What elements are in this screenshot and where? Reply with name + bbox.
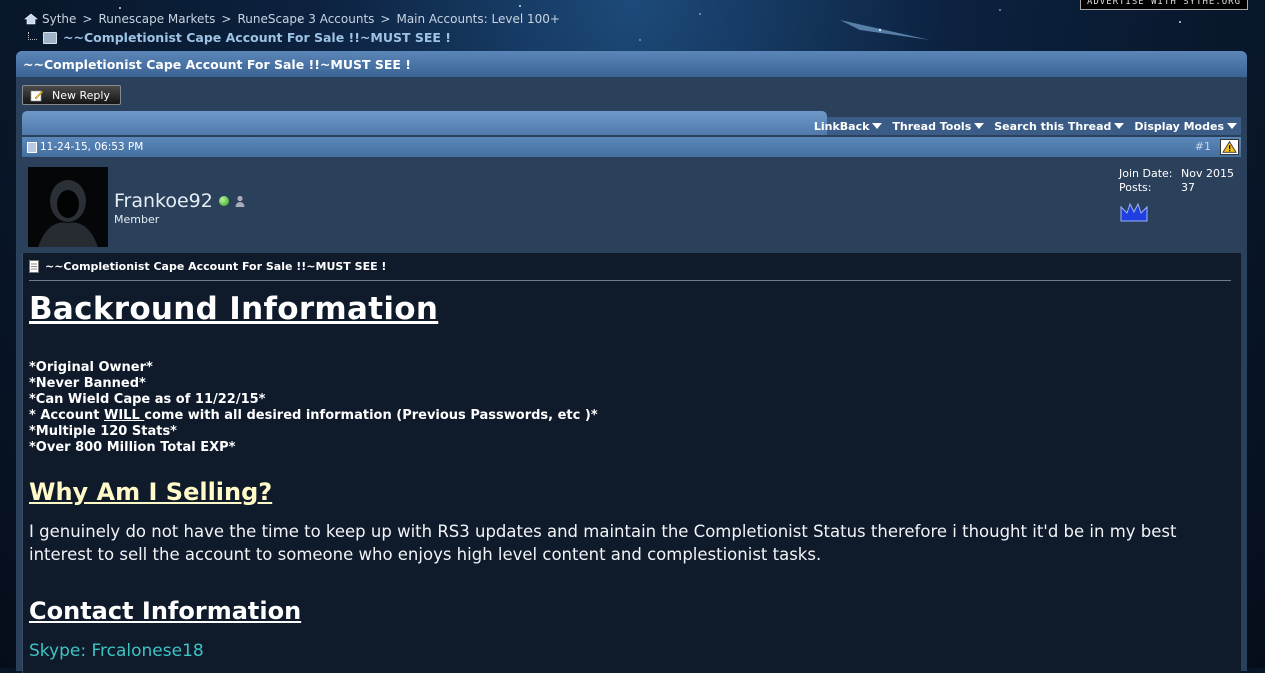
breadcrumb-rs3-accounts[interactable]: RuneScape 3 Accounts xyxy=(237,12,374,26)
folder-icon xyxy=(43,31,57,44)
heading-why-selling: Why Am I Selling? xyxy=(29,478,273,506)
document-icon xyxy=(29,260,39,273)
list-item: *Never Banned* xyxy=(29,376,146,391)
thread-tools-bar: LinkBack Thread Tools Search this Thread… xyxy=(22,111,1241,135)
breadcrumb-separator: > xyxy=(221,12,232,26)
post-title: ~~Completionist Cape Account For Sale !!… xyxy=(45,260,387,273)
dropdown-arrow-icon xyxy=(1114,123,1125,129)
list-item: *Can Wield Cape as of 11/22/15* xyxy=(29,392,266,407)
breadcrumb: Sythe > Runescape Markets > RuneScape 3 … xyxy=(24,12,560,26)
user-avatar[interactable] xyxy=(28,167,108,247)
post-number-link[interactable]: #1 xyxy=(1195,140,1211,153)
report-post-icon[interactable] xyxy=(1220,139,1239,155)
list-item: *Multiple 120 Stats* xyxy=(29,424,177,439)
breadcrumb-separator: > xyxy=(380,12,391,26)
thread-title-bar: ~~Completionist Cape Account For Sale !!… xyxy=(16,51,1247,77)
post-status-icon xyxy=(27,141,37,153)
list-item: * Account WILL come with all desired inf… xyxy=(29,408,598,423)
breadcrumb-separator: > xyxy=(82,12,93,26)
user-stats: Join Date: Nov 2015 Posts: 37 xyxy=(1119,167,1234,195)
breadcrumb-main-accounts[interactable]: Main Accounts: Level 100+ xyxy=(396,12,559,26)
thread-tools-menu[interactable]: Thread Tools xyxy=(892,120,985,133)
breadcrumb-current-thread: ~~Completionist Cape Account For Sale !!… xyxy=(28,30,451,45)
advertise-banner-link[interactable]: ADVERTISE WITH SYTHE.ORG xyxy=(1079,0,1248,10)
display-modes-menu[interactable]: Display Modes xyxy=(1134,120,1237,133)
post-header: 11-24-15, 06:53 PM #1 xyxy=(22,137,1241,157)
list-item: *Over 800 Million Total EXP* xyxy=(29,440,236,455)
search-thread-menu[interactable]: Search this Thread xyxy=(994,120,1125,133)
tools-bar-left xyxy=(22,111,827,135)
dropdown-arrow-icon xyxy=(1227,123,1237,129)
breadcrumb-sythe[interactable]: Sythe xyxy=(42,12,76,26)
list-item: *Original Owner* xyxy=(29,360,153,375)
join-date-label: Join Date: xyxy=(1119,167,1173,180)
account-features-list: *Original Owner* *Never Banned* *Can Wie… xyxy=(29,360,1231,456)
new-reply-button[interactable]: New Reply xyxy=(22,85,121,105)
dropdown-arrow-icon xyxy=(872,123,883,129)
tools-bar-right: LinkBack Thread Tools Search this Thread… xyxy=(814,117,1241,135)
post-user-info: Frankoe92 Member Join Date: Nov 2015 Post… xyxy=(22,157,1241,249)
crown-badge-icon xyxy=(1120,202,1148,222)
username-label: Frankoe92 xyxy=(114,190,213,212)
post-date: 11-24-15, 06:53 PM xyxy=(40,141,144,153)
breadcrumb-runescape-markets[interactable]: Runescape Markets xyxy=(98,12,215,26)
home-icon[interactable] xyxy=(24,13,38,25)
tree-line-icon xyxy=(28,31,37,40)
posts-label: Posts: xyxy=(1119,181,1152,194)
post-content: ~~Completionist Cape Account For Sale !!… xyxy=(22,253,1241,673)
breadcrumb-current-label: ~~Completionist Cape Account For Sale !!… xyxy=(63,30,452,45)
heading-background-info: Backround Information xyxy=(29,291,439,327)
dropdown-arrow-icon xyxy=(974,123,985,129)
skype-contact: Skype: Frcalonese18 xyxy=(29,641,204,661)
new-reply-label: New Reply xyxy=(52,88,110,102)
join-date-value: Nov 2015 xyxy=(1181,167,1234,180)
post-title-row: ~~Completionist Cape Account For Sale !!… xyxy=(29,253,1231,281)
user-profile-icon[interactable] xyxy=(235,195,245,207)
posts-value: 37 xyxy=(1181,181,1195,194)
thread-container: ~~Completionist Cape Account For Sale !!… xyxy=(16,51,1247,673)
heading-contact-info: Contact Information xyxy=(29,597,302,625)
linkback-menu[interactable]: LinkBack xyxy=(814,120,883,133)
user-title: Member xyxy=(114,213,160,226)
username[interactable]: Frankoe92 xyxy=(114,190,245,212)
selling-reason-paragraph: I genuinely do not have the time to keep… xyxy=(29,522,1177,564)
online-status-icon xyxy=(218,196,229,206)
pencil-icon xyxy=(30,90,44,101)
